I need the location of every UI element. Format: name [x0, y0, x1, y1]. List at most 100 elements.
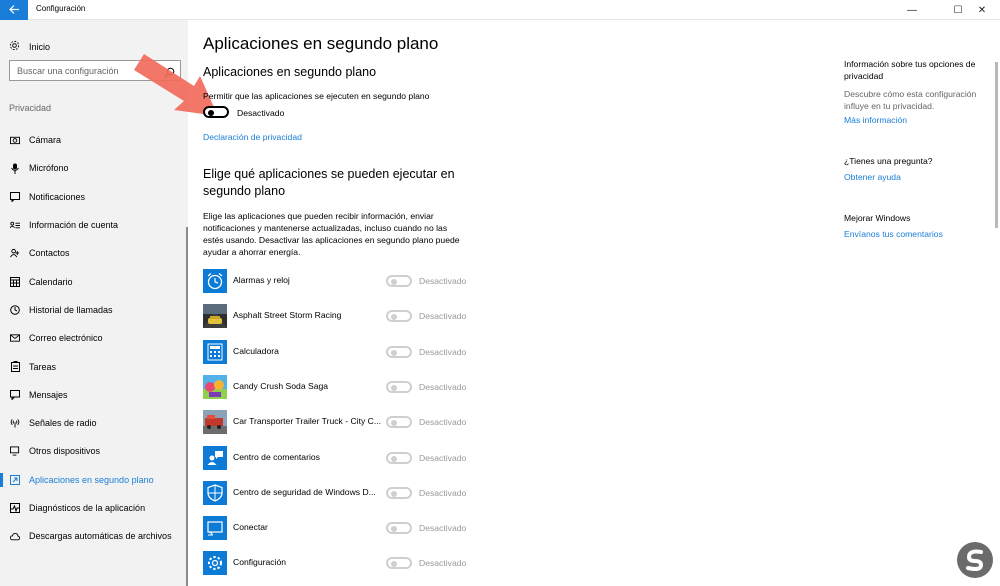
app-row-feedback-hub: Centro de comentarios Desactivado: [203, 446, 503, 472]
shield-icon: [203, 481, 227, 505]
app-toggle-state: Desactivado: [419, 382, 467, 392]
get-help-link[interactable]: Obtener ayuda: [844, 172, 901, 182]
sidebar-item-notifications[interactable]: Notificaciones: [0, 183, 188, 211]
sidebar-item-radio[interactable]: Señales de radio: [0, 409, 188, 437]
diagnostics-icon: [10, 503, 20, 513]
app-toggle-state: Desactivado: [419, 488, 467, 498]
home-label: Inicio: [29, 42, 51, 52]
sidebar-item-microphone[interactable]: Micrófono: [0, 154, 188, 182]
app-toggle[interactable]: [386, 452, 412, 464]
sidebar-item-home[interactable]: Inicio: [9, 38, 50, 56]
section-title-choose-apps-line1: Elige qué aplicaciones se pueden ejecuta…: [203, 167, 455, 181]
app-name: Centro de comentarios: [233, 452, 320, 462]
app-toggle[interactable]: [386, 381, 412, 393]
gear-icon: [9, 38, 20, 56]
app-toggle[interactable]: [386, 522, 412, 534]
app-row-security-center: Centro de seguridad de Windows D... Desa…: [203, 481, 503, 507]
more-info-link[interactable]: Más información: [844, 115, 907, 125]
app-toggle-state: Desactivado: [419, 311, 467, 321]
sidebar-item-call-history[interactable]: Historial de llamadas: [0, 296, 188, 324]
account-info-icon: [10, 220, 20, 230]
sidebar-item-account-info[interactable]: Información de cuenta: [0, 211, 188, 239]
alarm-clock-icon: [203, 269, 227, 293]
toggle-knob: [391, 385, 397, 391]
privacy-statement-link[interactable]: Declaración de privacidad: [203, 132, 302, 142]
back-button[interactable]: [0, 0, 28, 20]
app-row-settings: Configuración Desactivado: [203, 551, 503, 577]
sidebar-item-tasks[interactable]: Tareas: [0, 352, 188, 380]
devices-icon: [10, 446, 20, 456]
toggle-knob: [391, 314, 397, 320]
toggle-knob: [391, 561, 397, 567]
feedback-hub-icon: [203, 446, 227, 470]
sidebar-item-camera[interactable]: Cámara: [0, 126, 188, 154]
call-history-icon: [10, 305, 20, 315]
toggle-knob: [208, 110, 214, 116]
app-toggle[interactable]: [386, 275, 412, 287]
racing-game-icon: [203, 304, 227, 328]
sidebar-item-background-apps[interactable]: Aplicaciones en segundo plano: [0, 466, 188, 494]
maximize-icon: ☐: [953, 4, 963, 16]
app-toggle[interactable]: [386, 487, 412, 499]
app-name: Car Transporter Trailer Truck - City C..…: [233, 416, 382, 426]
app-name: Configuración: [233, 557, 287, 567]
app-row-alarms: Alarmas y reloj Desactivado: [203, 269, 503, 295]
background-apps-toggle[interactable]: [203, 106, 229, 118]
description-line: ayudar a ahorrar energía.: [203, 247, 301, 257]
minimize-button[interactable]: —: [894, 0, 930, 20]
app-name: Alarmas y reloj: [233, 275, 290, 285]
allow-apps-label: Permitir que las aplicaciones se ejecute…: [203, 91, 430, 101]
sidebar-item-diagnostics[interactable]: Diagnósticos de la aplicación: [0, 494, 188, 522]
app-row-asphalt: Asphalt Street Storm Racing Desactivado: [203, 304, 503, 330]
sidebar-item-label: Tareas: [29, 361, 57, 372]
calendar-icon: [10, 276, 20, 287]
title-bar: Configuración — ☐ ✕: [0, 0, 1000, 20]
app-name: Asphalt Street Storm Racing: [233, 310, 342, 320]
sidebar-item-label: Historial de llamadas: [29, 304, 113, 315]
main-scrollbar[interactable]: [995, 62, 998, 228]
app-name: Centro de seguridad de Windows D...: [233, 487, 376, 497]
contacts-icon: [10, 248, 20, 258]
app-toggle[interactable]: [386, 416, 412, 428]
app-row-car-transporter: Car Transporter Trailer Truck - City C..…: [203, 410, 503, 436]
toggle-knob: [391, 491, 397, 497]
minimize-icon: —: [907, 4, 917, 16]
sidebar-item-downloads[interactable]: Descargas automáticas de archivos: [0, 522, 188, 550]
truck-game-icon: [203, 410, 227, 434]
app-name: Conectar: [233, 522, 268, 532]
notifications-icon: [10, 191, 20, 202]
improve-windows-heading: Mejorar Windows: [844, 213, 911, 223]
app-toggle-state: Desactivado: [419, 453, 467, 463]
sidebar-item-label: Calendario: [29, 276, 73, 287]
close-button[interactable]: ✕: [964, 0, 1000, 20]
window-title: Configuración: [36, 4, 86, 13]
app-toggle[interactable]: [386, 557, 412, 569]
sidebar-item-label: Correo electrónico: [29, 333, 103, 344]
sidebar-scrollbar[interactable]: [186, 227, 188, 586]
candy-game-icon: [203, 375, 227, 399]
privacy-info-text: Descubre cómo esta configuración influye…: [844, 89, 977, 112]
app-toggle[interactable]: [386, 346, 412, 358]
sidebar-item-label: Otros dispositivos: [29, 446, 101, 457]
toggle-knob: [391, 350, 397, 356]
section-label: Privacidad: [9, 103, 52, 113]
messages-icon: [10, 389, 20, 400]
sidebar-item-label: Aplicaciones en segundo plano: [29, 474, 154, 485]
sidebar-item-calendar[interactable]: Calendario: [0, 267, 188, 295]
section-title-choose-apps-line2: segundo plano: [203, 184, 286, 198]
camera-icon: [10, 135, 20, 145]
sidebar-item-devices[interactable]: Otros dispositivos: [0, 437, 188, 465]
sidebar-item-label: Micrófono: [29, 163, 69, 174]
send-feedback-link[interactable]: Envíanos tus comentarios: [844, 229, 943, 239]
mail-icon: [10, 333, 20, 343]
app-name: Candy Crush Soda Saga: [233, 381, 329, 391]
calculator-icon: [203, 340, 227, 364]
sidebar-item-contacts[interactable]: Contactos: [0, 239, 188, 267]
app-row-candy-crush: Candy Crush Soda Saga Desactivado: [203, 375, 503, 401]
sidebar-item-label: Señales de radio: [29, 418, 97, 429]
sidebar-item-mail[interactable]: Correo electrónico: [0, 324, 188, 352]
sidebar-item-label: Contactos: [29, 248, 70, 259]
sidebar-item-messages[interactable]: Mensajes: [0, 381, 188, 409]
app-toggle[interactable]: [386, 310, 412, 322]
privacy-info-heading: Información sobre tus opciones de privac…: [844, 59, 976, 82]
